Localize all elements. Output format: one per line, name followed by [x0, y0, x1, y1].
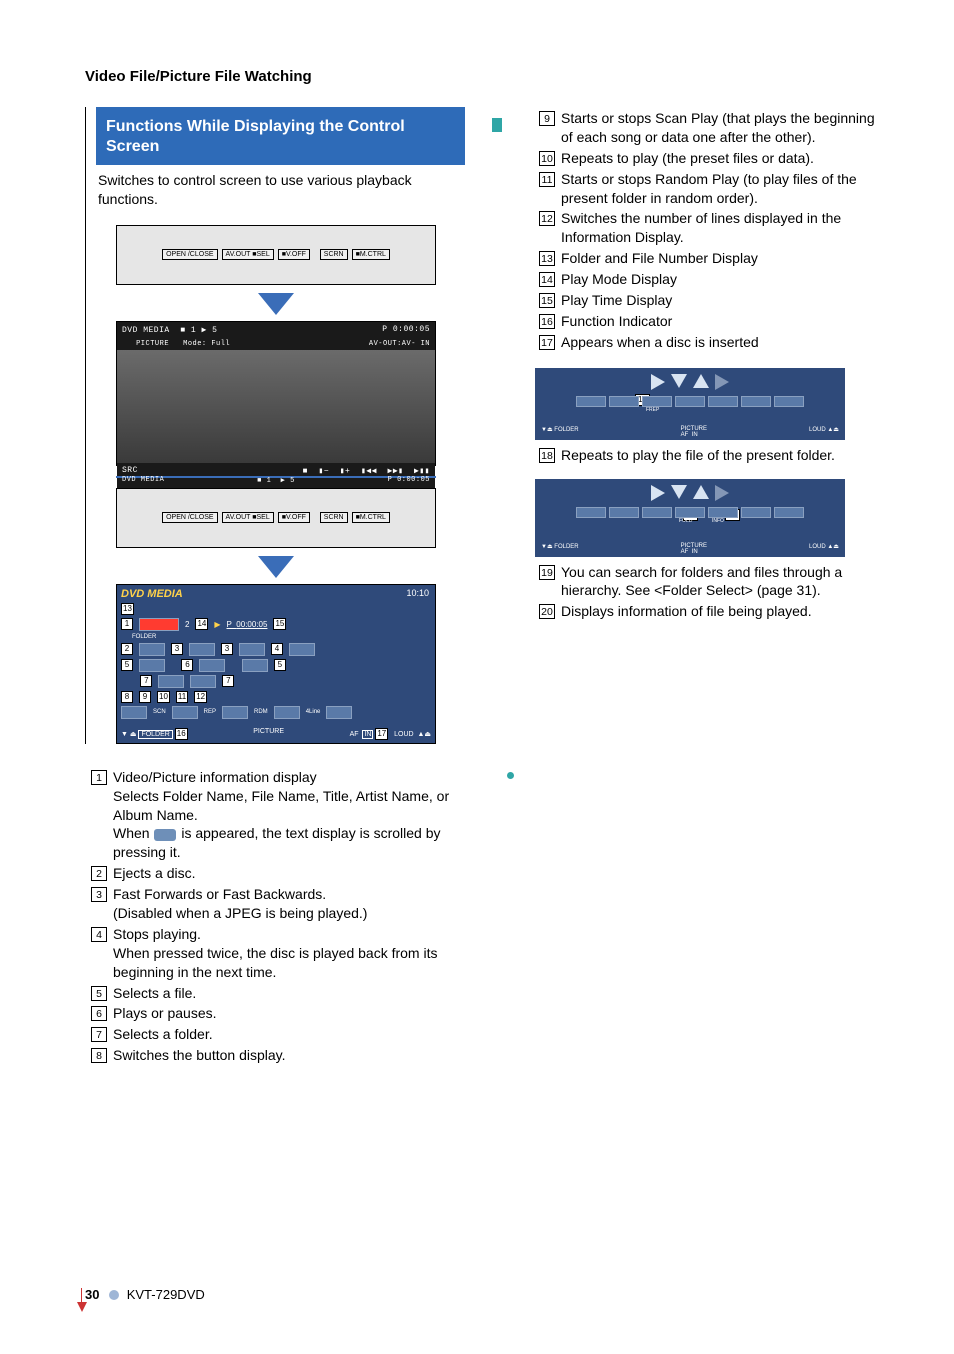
numbered-item: 19 You can search for folders and files t…	[535, 563, 879, 601]
btn-open-close: OPEN /CLOSE	[162, 249, 217, 260]
footer-dot-icon	[109, 1290, 119, 1300]
item-text: Play Mode Display	[561, 270, 879, 289]
photo-play-time: P 0:00:05	[382, 325, 430, 334]
control-strip-diagram-1: 18 FREP ▼⏏ FOLDER PICTUREAF IN LOUD ▲⏏	[535, 368, 845, 440]
numbered-item: 1 Video/Picture information displaySelect…	[87, 768, 465, 862]
item-number-box: 6	[91, 1006, 107, 1021]
item-text: Plays or pauses.	[113, 1004, 465, 1023]
item-text: Fast Forwards or Fast Backwards.(Disable…	[113, 885, 465, 923]
item-text: Repeats to play the file of the present …	[561, 446, 879, 465]
btn-m-ctrl: ■M.CTRL	[352, 249, 390, 260]
numbered-item: 15 Play Time Display	[535, 291, 879, 310]
arrow-down-icon	[258, 293, 294, 315]
arrow-down-icon	[258, 556, 294, 578]
numbered-item: 5 Selects a file.	[87, 984, 465, 1003]
item-text: Repeats to play (the preset files or dat…	[561, 149, 879, 168]
control-screen-diagram: DVD MEDIA 10:10 13 1 2 14 ▶ P 00:00:05 1…	[116, 584, 436, 744]
item-text: Ejects a disc.	[113, 864, 465, 883]
item-number-box: 10	[539, 151, 555, 166]
ui-clock: 10:10	[406, 588, 429, 598]
numbered-item: 17 Appears when a disc is inserted	[535, 333, 879, 352]
item-number-box: 18	[539, 448, 555, 463]
page-footer: 30 KVT-729DVD	[85, 1287, 205, 1302]
item-text: Starts or stops Scan Play (that plays th…	[561, 109, 879, 147]
model-label: KVT-729DVD	[127, 1287, 205, 1302]
numbered-item: 18 Repeats to play the file of the presen…	[535, 446, 879, 465]
numbered-item: 8 Switches the button display.	[87, 1046, 465, 1065]
item-number-box: 4	[91, 927, 107, 942]
numbered-item: 4 Stops playing.When pressed twice, the d…	[87, 925, 465, 982]
numbered-item: 12 Switches the number of lines displayed…	[535, 209, 879, 247]
page-number: 30	[85, 1287, 99, 1302]
item-number-box: 12	[539, 211, 555, 226]
numbered-item: 14 Play Mode Display	[535, 270, 879, 289]
item-text: You can search for folders and files thr…	[561, 563, 879, 601]
photo-src-label: DVD MEDIA	[122, 326, 170, 335]
item-text: Function Indicator	[561, 312, 879, 331]
item-text: Selects a file.	[113, 984, 465, 1003]
item-text: Selects a folder.	[113, 1025, 465, 1044]
item-text: Play Time Display	[561, 291, 879, 310]
item-number-box: 13	[539, 251, 555, 266]
item-text: Stops playing.When pressed twice, the di…	[113, 925, 465, 982]
numbered-item: 6 Plays or pauses.	[87, 1004, 465, 1023]
intro-text: Switches to control screen to use variou…	[96, 165, 466, 219]
numbered-item: 2 Ejects a disc.	[87, 864, 465, 883]
item-text: Appears when a disc is inserted	[561, 333, 879, 352]
control-strip-diagram-2: 19 20 FOLD INFO ▼⏏ FOLDER PICTUREAF IN L…	[535, 479, 845, 557]
item-number-box: 5	[91, 986, 107, 1001]
section-title: Video File/Picture File Watching	[85, 68, 879, 85]
item-text: Starts or stops Random Play (to play fil…	[561, 170, 879, 208]
footer-red-line	[81, 1288, 82, 1302]
item-number-box: 16	[539, 314, 555, 329]
item-text: Folder and File Number Display	[561, 249, 879, 268]
numbered-item: 11 Starts or stops Random Play (to play f…	[535, 170, 879, 208]
crop-mark-bottom	[507, 772, 514, 779]
item-text: Video/Picture information displaySelects…	[113, 768, 465, 862]
numbered-item: 10 Repeats to play (the preset files or d…	[535, 149, 879, 168]
crop-mark-top	[492, 118, 502, 132]
numbered-item: 7 Selects a folder.	[87, 1025, 465, 1044]
item-number-box: 19	[539, 565, 555, 580]
subsection-header: Functions While Displaying the Control S…	[96, 107, 465, 165]
item-number-box: 14	[539, 272, 555, 287]
panel-diagram-mid: OPEN /CLOSE AV.OUT ■SEL ■V.OFF SCRN ■M.C…	[116, 488, 436, 548]
scroll-icon	[154, 829, 176, 841]
ui-source-title: DVD MEDIA	[121, 588, 183, 600]
item-number-box: 11	[539, 172, 555, 187]
item-number-box: 20	[539, 604, 555, 619]
item-text: Switches the number of lines displayed i…	[561, 209, 879, 247]
numbered-item: 20 Displays information of file being pla…	[535, 602, 879, 621]
item-number-box: 2	[91, 866, 107, 881]
item-number-box: 15	[539, 293, 555, 308]
btn-av-out-sel: AV.OUT ■SEL	[222, 249, 274, 260]
numbered-item: 13 Folder and File Number Display	[535, 249, 879, 268]
item-text: Switches the button display.	[113, 1046, 465, 1065]
item-number-box: 9	[539, 111, 555, 126]
item-number-box: 7	[91, 1027, 107, 1042]
btn-scrn: SCRN	[320, 249, 348, 260]
numbered-item: 9 Starts or stops Scan Play (that plays t…	[535, 109, 879, 147]
btn-v-off: ■V.OFF	[278, 249, 310, 260]
item-number-box: 3	[91, 887, 107, 902]
item-number-box: 1	[91, 770, 107, 785]
numbered-item: 3 Fast Forwards or Fast Backwards.(Disabl…	[87, 885, 465, 923]
numbered-item: 16 Function Indicator	[535, 312, 879, 331]
item-number-box: 17	[539, 335, 555, 350]
item-number-box: 8	[91, 1048, 107, 1063]
footer-red-arrow	[77, 1302, 87, 1312]
item-text: Displays information of file being playe…	[561, 602, 879, 621]
playback-screen-diagram: DVD MEDIA ■ 1 ▶ 5 P 0:00:05 PICTURE Mode…	[116, 321, 436, 466]
panel-diagram-top: OPEN /CLOSE AV.OUT ■SEL ■V.OFF SCRN ■M.C…	[116, 225, 436, 285]
